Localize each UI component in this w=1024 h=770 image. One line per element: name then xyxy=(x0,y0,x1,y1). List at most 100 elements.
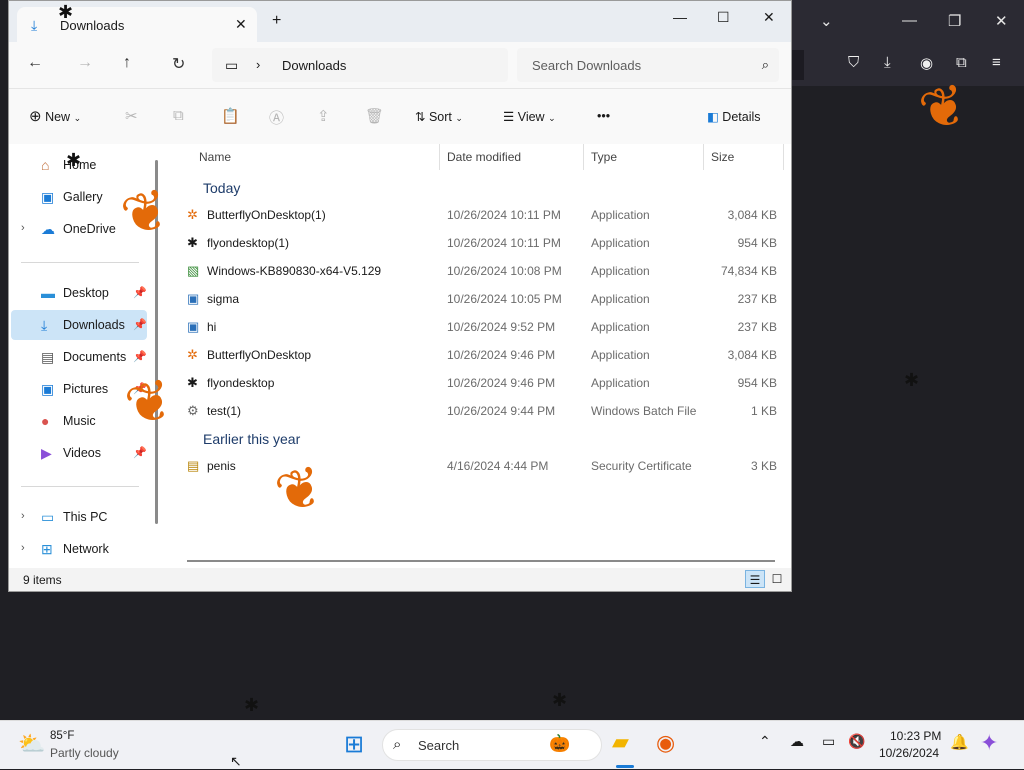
expand-chevron-icon[interactable]: › xyxy=(21,542,25,554)
paste-icon[interactable]: 📋 xyxy=(221,107,240,125)
table-row[interactable]: ▣ sigma 10/26/2024 10:05 PM Application … xyxy=(163,286,791,314)
column-divider[interactable] xyxy=(583,144,584,170)
copy-icon[interactable]: ⧉ xyxy=(173,107,184,124)
weather-condition[interactable]: Partly cloudy xyxy=(50,746,119,760)
sort-button[interactable]: ⇅ Sort ⌄ xyxy=(415,109,463,124)
new-button[interactable]: ⊕ New ⌄ xyxy=(29,107,81,125)
file-size: 237 KB xyxy=(737,292,777,306)
show-hidden-icons-icon[interactable]: ⌃ xyxy=(759,733,771,750)
column-divider[interactable] xyxy=(703,144,704,170)
nav-item-downloads[interactable]: ⤓ Downloads 📌 xyxy=(11,310,147,340)
column-header-size[interactable]: Size xyxy=(711,150,734,164)
file-date: 10/26/2024 9:46 PM xyxy=(447,348,556,362)
minimize-icon[interactable]: — xyxy=(902,12,917,29)
group-header-today[interactable]: Today xyxy=(203,180,240,196)
refresh-icon[interactable]: ↻ xyxy=(172,54,185,74)
file-date: 10/26/2024 9:44 PM xyxy=(447,404,556,418)
file-explorer-icon[interactable]: ▰ xyxy=(612,729,629,755)
notification-bell-icon[interactable]: 🔔 xyxy=(950,733,969,751)
breadcrumb[interactable]: Downloads xyxy=(282,58,346,73)
pin-icon: 📌 xyxy=(133,319,147,331)
column-divider[interactable] xyxy=(439,144,440,170)
network-icon[interactable]: ☁ xyxy=(790,733,804,750)
view-label: View xyxy=(517,110,545,124)
chevron-down-icon[interactable]: ⌄ xyxy=(820,12,833,30)
table-row[interactable]: ✱ flyondesktop 10/26/2024 9:46 PM Applic… xyxy=(163,370,791,398)
column-divider[interactable] xyxy=(783,144,784,170)
file-date: 10/26/2024 9:46 PM xyxy=(447,376,556,390)
fly-app-icon: ✱ xyxy=(187,235,198,250)
pocket-icon[interactable]: ⛉ xyxy=(848,54,859,71)
nav-item-documents[interactable]: ▤ Documents 📌 xyxy=(9,342,149,372)
taskbar-search[interactable]: ⌕ Search 🎃 xyxy=(382,729,602,761)
close-tab-icon[interactable]: ✕ xyxy=(235,16,247,33)
file-type: Application xyxy=(591,320,650,334)
close-icon[interactable]: ✕ xyxy=(995,12,1008,30)
new-tab-button[interactable]: + xyxy=(272,12,281,30)
up-arrow-icon[interactable]: ↑ xyxy=(123,54,131,72)
minimize-button[interactable]: — xyxy=(673,9,687,25)
account-icon[interactable]: ◉ xyxy=(920,54,933,72)
download-icon[interactable]: ⤓ xyxy=(884,54,891,71)
expand-chevron-icon[interactable]: › xyxy=(21,222,25,234)
address-bar[interactable]: ▭ › Downloads xyxy=(212,48,508,82)
delete-icon[interactable]: 🗑 xyxy=(365,107,384,125)
nav-item-desktop[interactable]: ▬ Desktop 📌 xyxy=(9,278,149,308)
file-date: 10/26/2024 10:11 PM xyxy=(447,236,561,250)
group-header-earlier[interactable]: Earlier this year xyxy=(203,431,300,447)
nav-item-this-pc[interactable]: › ▭ This PC xyxy=(9,502,149,532)
table-row[interactable]: ▧ Windows-KB890830-x64-V5.129 10/26/2024… xyxy=(163,258,791,286)
clock-date[interactable]: 10/26/2024 xyxy=(879,746,939,760)
status-bar: 9 items ☰ ☐ xyxy=(9,568,791,591)
fly-icon: ✱ xyxy=(904,370,920,390)
application-icon: ▣ xyxy=(187,319,200,334)
close-button[interactable]: ✕ xyxy=(763,9,775,26)
chevron-right-icon[interactable]: › xyxy=(256,57,260,72)
back-arrow-icon[interactable]: ← xyxy=(27,54,43,72)
maximize-button[interactable]: ☐ xyxy=(717,9,730,26)
menu-icon[interactable]: ≡ xyxy=(992,54,1001,71)
column-header-name[interactable]: Name xyxy=(199,150,231,164)
extensions-icon[interactable]: ⧉ xyxy=(956,54,967,71)
table-row[interactable]: ✱ flyondesktop(1) 10/26/2024 10:11 PM Ap… xyxy=(163,230,791,258)
file-date: 10/26/2024 10:11 PM xyxy=(447,208,561,222)
more-options-button[interactable]: ••• xyxy=(597,109,610,123)
file-type: Application xyxy=(591,208,650,222)
firefox-icon[interactable]: ◉ xyxy=(656,730,675,756)
url-bar-edge[interactable] xyxy=(792,50,804,80)
weather-icon[interactable]: ⛅ xyxy=(18,731,45,757)
cut-icon[interactable]: ✂ xyxy=(125,107,138,125)
nav-item-network[interactable]: › ⊞ Network xyxy=(9,534,149,564)
details-button[interactable]: ◧ Details xyxy=(707,109,761,124)
nav-item-videos[interactable]: ▶ Videos 📌 xyxy=(9,438,149,468)
search-input[interactable]: Search Downloads ⌕ xyxy=(517,48,779,82)
share-icon[interactable]: ⇪ xyxy=(317,107,330,125)
column-header-type[interactable]: Type xyxy=(591,150,617,164)
fly-icon: ✱ xyxy=(244,695,260,715)
table-row[interactable]: ✲ ButterflyOnDesktop 10/26/2024 9:46 PM … xyxy=(163,342,791,370)
start-button[interactable]: ⊞ xyxy=(344,730,364,759)
clock-time[interactable]: 10:23 PM xyxy=(890,729,941,743)
view-button[interactable]: ☰ View ⌄ xyxy=(503,109,556,124)
details-view-icon[interactable]: ☰ xyxy=(745,570,765,588)
weather-temperature[interactable]: 85°F xyxy=(50,730,74,742)
expand-chevron-icon[interactable]: › xyxy=(21,510,25,522)
table-row[interactable]: ⚙ test(1) 10/26/2024 9:44 PM Windows Bat… xyxy=(163,398,791,426)
volume-icon[interactable]: 🔇 xyxy=(848,733,865,750)
forward-arrow-icon[interactable]: → xyxy=(77,54,93,72)
table-row[interactable]: ▤ penis 4/16/2024 4:44 PM Security Certi… xyxy=(163,453,791,481)
application-icon: ▣ xyxy=(187,291,200,306)
copilot-icon[interactable]: ✦ xyxy=(980,730,998,756)
rename-icon[interactable]: Ⓐ xyxy=(269,107,284,128)
tab-downloads[interactable]: ⤓ Downloads ✕ xyxy=(17,7,257,42)
tiles-view-icon[interactable]: ☐ xyxy=(767,570,787,588)
table-row[interactable]: ✲ ButterflyOnDesktop(1) 10/26/2024 10:11… xyxy=(163,202,791,230)
chevron-down-icon: ⌄ xyxy=(455,113,463,123)
batch-file-icon: ⚙ xyxy=(187,403,199,418)
column-header-date[interactable]: Date modified xyxy=(447,150,521,164)
item-count: 9 items xyxy=(23,573,62,587)
table-row[interactable]: ▣ hi 10/26/2024 9:52 PM Application 237 … xyxy=(163,314,791,342)
horizontal-scrollbar[interactable] xyxy=(187,560,775,562)
restore-icon[interactable]: ❐ xyxy=(948,12,961,30)
display-icon[interactable]: ▭ xyxy=(822,733,835,750)
